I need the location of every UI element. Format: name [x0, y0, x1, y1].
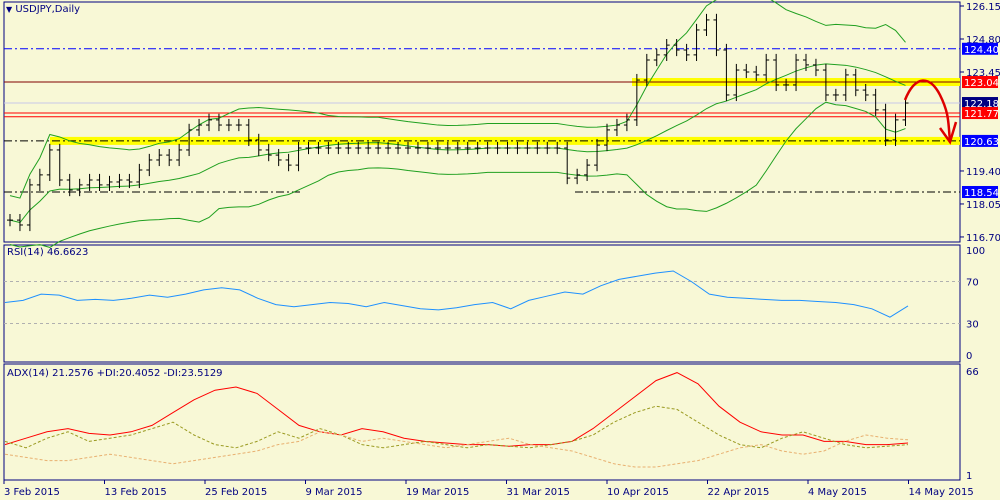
- adx-title: ADX(14) 21.2576 +DI:20.4052 -DI:23.5129: [7, 368, 223, 379]
- y-tick-label: 119.40: [966, 167, 1000, 178]
- y-tick-label: 116.70: [966, 233, 1000, 244]
- x-tick-label: 22 Apr 2015: [708, 487, 770, 498]
- adx-tick-label: 66: [966, 367, 979, 378]
- x-tick-label: 3 Feb 2015: [4, 487, 60, 498]
- rsi-tick-label: 100: [966, 246, 985, 257]
- x-tick-label: 31 Mar 2015: [507, 487, 570, 498]
- price-tag-label: 121.77: [964, 109, 999, 120]
- y-tick-label: 118.05: [966, 200, 1000, 211]
- adx-pane: [3, 363, 961, 481]
- price-tag-label: 123.04: [964, 78, 999, 89]
- x-tick-label: 19 Mar 2015: [406, 487, 469, 498]
- rsi-tick-label: 70: [966, 278, 979, 289]
- x-tick-label: 13 Feb 2015: [105, 487, 167, 498]
- y-tick-label: 126.15: [966, 2, 1000, 13]
- main-pane: [3, 1, 961, 243]
- adx-tick-label: 1: [966, 471, 972, 482]
- x-tick-label: 25 Feb 2015: [205, 487, 267, 498]
- main-chart-title[interactable]: ▼ USDJPY,Daily: [6, 4, 80, 15]
- price-tag-label: 120.63: [964, 137, 999, 148]
- price-tag-label: 124.40: [964, 45, 999, 56]
- x-tick-label: 10 Apr 2015: [607, 487, 669, 498]
- rsi-tick-label: 30: [966, 320, 979, 331]
- x-tick-label: 9 Mar 2015: [306, 487, 363, 498]
- chart-menu-triangle-icon[interactable]: ▼: [6, 5, 12, 14]
- x-tick-label: 4 May 2015: [808, 487, 867, 498]
- rsi-title: RSI(14) 46.6623: [7, 247, 89, 258]
- rsi-tick-label: 0: [966, 351, 972, 362]
- price-tag-label: 118.54: [964, 188, 999, 199]
- chart-canvas: 126.15124.80123.45119.40118.05116.70124.…: [3, 0, 1000, 498]
- x-tick-label: 14 May 2015: [909, 487, 974, 498]
